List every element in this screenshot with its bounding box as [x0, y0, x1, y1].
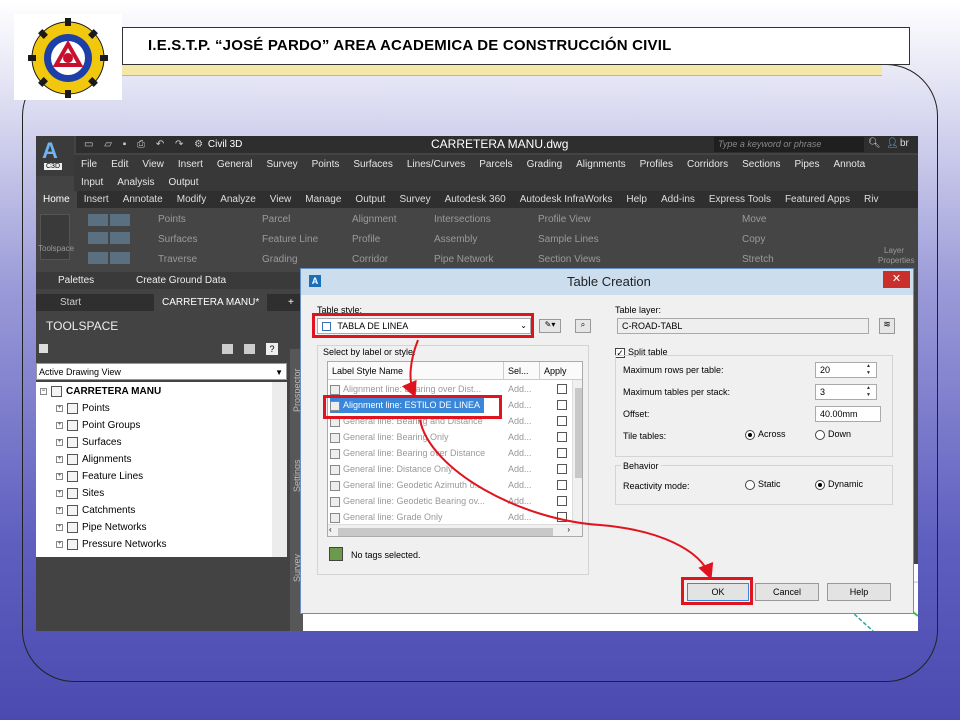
annotation-arrows	[401, 339, 714, 580]
